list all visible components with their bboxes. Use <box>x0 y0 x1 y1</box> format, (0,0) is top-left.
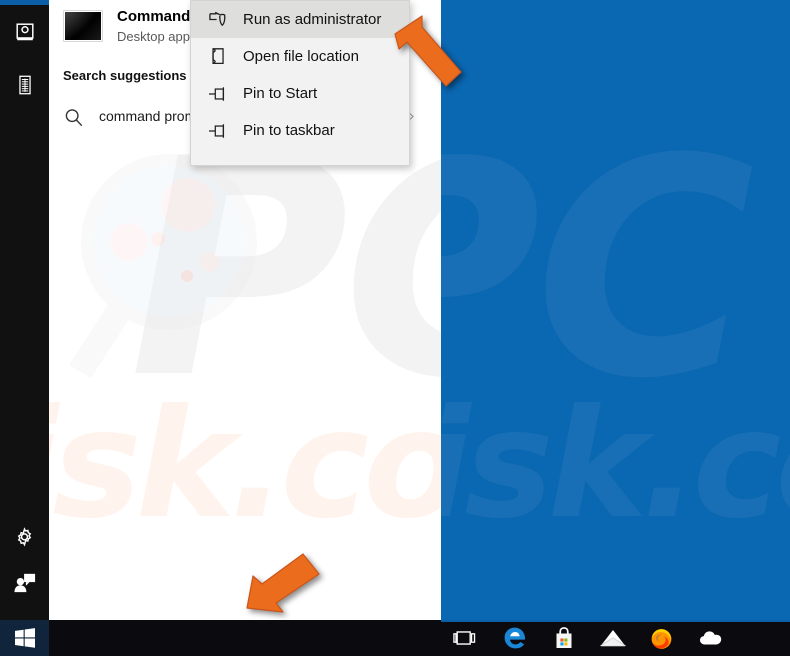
menu-item-pin-to-taskbar[interactable]: Pin to taskbar <box>191 112 409 149</box>
watermark-com: risk.com <box>441 378 790 552</box>
context-menu: Run as administrator Open file location <box>190 0 410 166</box>
search-icon <box>65 109 83 127</box>
firefox-button[interactable] <box>637 620 686 656</box>
store-button[interactable] <box>539 620 588 656</box>
store-icon <box>556 627 571 648</box>
menu-item-pin-to-start[interactable]: Pin to Start <box>191 75 409 112</box>
gear-icon <box>17 526 32 546</box>
edge-button[interactable] <box>490 620 539 656</box>
folder-location-icon <box>205 46 231 68</box>
console-icon <box>63 10 103 42</box>
sidebar-item-feedback[interactable] <box>0 563 49 603</box>
firefox-icon <box>651 628 672 649</box>
watermark-com-panel: risk.com <box>49 378 441 552</box>
arrow-pointing-search-box <box>246 553 320 613</box>
pin-icon <box>205 120 231 142</box>
sidebar-item-settings[interactable] <box>0 517 49 557</box>
taskbar <box>0 620 790 656</box>
expand-icon <box>15 23 34 41</box>
arrow-pointing-run-as-administrator <box>394 15 462 87</box>
sidebar-item-documents[interactable] <box>0 65 49 105</box>
documents-icon <box>18 75 31 95</box>
menu-item-label: Pin to taskbar <box>243 122 335 139</box>
search-suggestions-header: Search suggestions <box>63 68 187 83</box>
pin-icon <box>205 83 231 105</box>
menu-item-open-file-location[interactable]: Open file location <box>191 38 409 75</box>
task-view-icon <box>452 631 475 645</box>
menu-item-label: Pin to Start <box>243 85 318 102</box>
start-button[interactable] <box>0 620 49 656</box>
taskbar-icons <box>441 620 735 656</box>
sidebar-item-expand[interactable] <box>0 12 49 52</box>
feedback-icon <box>13 573 35 593</box>
edge-icon <box>504 627 525 649</box>
start-menu-rail <box>0 0 49 620</box>
menu-item-run-as-administrator[interactable]: Run as administrator <box>191 1 409 38</box>
onedrive-button[interactable] <box>686 620 735 656</box>
watermark-pc: PC <box>441 95 755 444</box>
magnifier-graphic <box>69 154 257 378</box>
mail-icon <box>599 630 626 647</box>
task-view-button[interactable] <box>441 620 490 656</box>
shield-icon <box>205 9 231 31</box>
menu-item-label: Open file location <box>243 48 359 65</box>
menu-item-label: Run as administrator <box>243 11 382 28</box>
windows-logo-icon <box>14 628 35 648</box>
mail-button[interactable] <box>588 620 637 656</box>
screen: PC risk.com PC risk.com Command Prompt <box>0 0 790 656</box>
desktop-background: PC risk.com <box>441 0 790 620</box>
rail-accent-strip <box>0 0 49 5</box>
onedrive-icon <box>699 631 721 645</box>
